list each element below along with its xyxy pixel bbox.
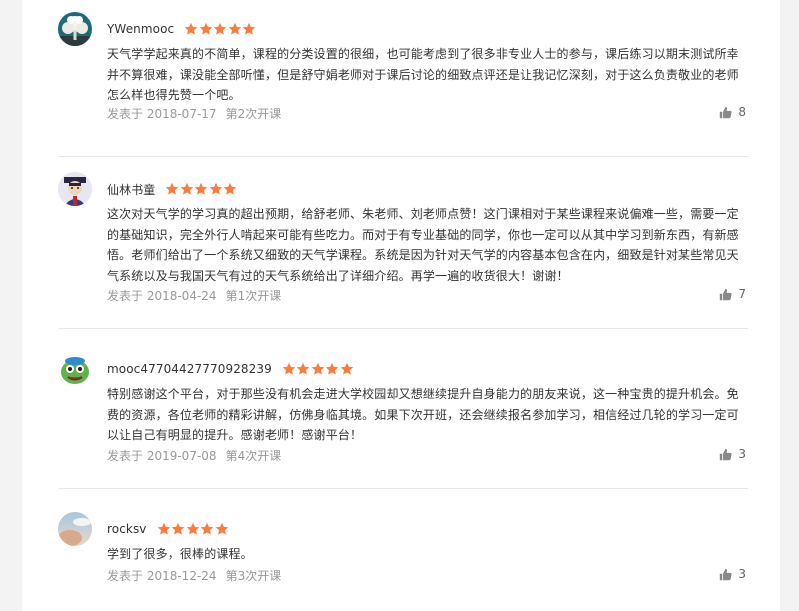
- divider: [58, 488, 748, 489]
- star-icon: [224, 182, 237, 195]
- sky-photo-avatar-icon: [58, 512, 92, 546]
- post-date: 发表于 2018-12-24: [107, 569, 217, 583]
- star-icon: [282, 362, 296, 375]
- star-icon: [340, 362, 354, 375]
- post-date: 发表于 2018-07-17: [107, 107, 217, 121]
- like-count: 8: [738, 105, 746, 119]
- course-term: 第4次开课: [225, 449, 282, 463]
- star-rating: [184, 22, 257, 36]
- post-date: 发表于 2018-04-24: [107, 289, 217, 303]
- like-button[interactable]: 3: [719, 567, 746, 581]
- star-icon: [166, 182, 179, 195]
- star-icon: [185, 22, 198, 35]
- star-icon: [195, 182, 208, 195]
- like-button[interactable]: 7: [719, 287, 746, 301]
- thumbs-up-icon: [720, 568, 732, 580]
- review-content: 学到了很多，很棒的课程。: [107, 547, 253, 561]
- star-icon: [326, 362, 339, 375]
- review-content: 这次对天气学的学习真的超出预期，给舒老师、朱老师、刘老师点赞！这门课相对于某些课…: [107, 207, 739, 283]
- review-item: YWenmooc 天气学学起来真的不简单，课程的分类设置的很细，也可能考虑到了很…: [22, 12, 780, 162]
- star-icon: [186, 522, 199, 535]
- review-list: YWenmooc 天气学学起来真的不简单，课程的分类设置的很细，也可能考虑到了很…: [22, 0, 780, 611]
- avatar[interactable]: [58, 172, 92, 206]
- course-term: 第3次开课: [225, 569, 282, 583]
- avatar[interactable]: [58, 12, 92, 46]
- like-count: 7: [738, 287, 746, 301]
- like-count: 3: [738, 447, 746, 461]
- like-count: 3: [738, 567, 746, 581]
- like-button[interactable]: 8: [719, 105, 746, 119]
- star-icon: [199, 22, 213, 35]
- star-icon: [171, 522, 185, 535]
- star-icon: [243, 22, 256, 35]
- username[interactable]: 仙林书童: [107, 181, 155, 198]
- review-meta: 发表于 2018-04-24 第1次开课: [107, 287, 281, 304]
- divider: [58, 328, 748, 329]
- thumbs-up-icon: [720, 288, 732, 300]
- star-icon: [209, 182, 223, 195]
- thumbs-up-icon: [720, 448, 732, 460]
- review-item: mooc47704427770928239 特别感谢这个平台，对于那些没有机会走…: [22, 352, 780, 502]
- star-icon: [157, 522, 170, 535]
- divider: [58, 156, 748, 157]
- review-item: 仙林书童 这次对天气学的学习真的超出预期，给舒老师、朱老师、刘老师点赞！这门课相…: [22, 172, 780, 342]
- course-term: 第1次开课: [225, 289, 282, 303]
- username[interactable]: rocksv: [107, 522, 147, 536]
- thumbs-up-icon: [720, 106, 732, 118]
- star-icon: [228, 22, 242, 35]
- star-rating: [157, 522, 230, 536]
- white-tree-avatar-icon: [58, 12, 92, 46]
- star-icon: [297, 362, 310, 375]
- star-icon: [200, 522, 214, 535]
- review-content: 天气学学起来真的不简单，课程的分类设置的很细，也可能考虑到了很多非专业人士的参与…: [107, 47, 739, 102]
- star-icon: [214, 22, 227, 35]
- review-item: rocksv 学到了很多，很棒的课程。 发表于 2018-12-24 第3次开课 …: [22, 512, 780, 611]
- review-meta: 发表于 2019-07-08 第4次开课: [107, 447, 281, 464]
- username[interactable]: YWenmooc: [107, 22, 174, 36]
- star-rating: [165, 182, 238, 196]
- like-button[interactable]: 3: [719, 447, 746, 461]
- course-term: 第2次开课: [225, 107, 282, 121]
- star-rating: [282, 362, 355, 376]
- username[interactable]: mooc47704427770928239: [107, 362, 272, 376]
- avatar[interactable]: [58, 512, 92, 546]
- post-date: 发表于 2019-07-08: [107, 449, 217, 463]
- review-meta: 发表于 2018-12-24 第3次开课: [107, 567, 281, 584]
- star-icon: [215, 522, 228, 535]
- star-icon: [311, 362, 325, 375]
- review-content: 特别感谢这个平台，对于那些没有机会走进大学校园却又想继续提升自身能力的朋友来说，…: [107, 387, 739, 442]
- star-icon: [180, 182, 194, 195]
- cartoon-scholar-avatar-icon: [58, 172, 92, 206]
- review-meta: 发表于 2018-07-17 第2次开课: [107, 105, 281, 122]
- avatar[interactable]: [58, 352, 92, 386]
- green-monster-avatar-icon: [58, 352, 92, 386]
